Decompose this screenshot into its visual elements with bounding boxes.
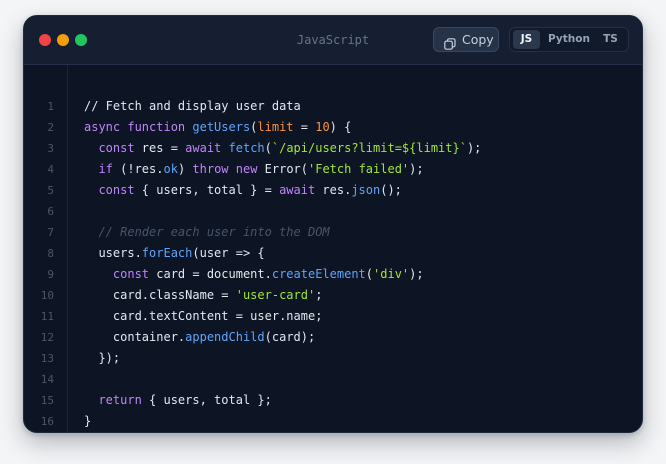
code-token: );	[466, 141, 482, 155]
code-line: const res = await fetch(`/api/users?limi…	[84, 138, 481, 159]
code-token: (user => {	[192, 246, 265, 260]
code-token: if	[98, 162, 113, 176]
code-token: 10	[315, 120, 330, 134]
tab-python[interactable]: Python	[544, 30, 594, 49]
code-token: throw new	[192, 162, 258, 176]
code-line: card.textContent = user.name;	[84, 306, 323, 327]
code-token: card = document.	[149, 267, 272, 281]
code-token: fetch	[228, 141, 265, 155]
code-area[interactable]: 1 2 3 4 5 6 7 8 9 10 11 12 13 14 15 16 // Fetch and dis…	[24, 65, 642, 432]
code-line: const { users, total } = await res.json(…	[84, 180, 402, 201]
line-number: 16	[40, 415, 54, 428]
code-token: ) {	[329, 120, 352, 134]
line-number: 5	[47, 184, 54, 197]
line-number: 14	[40, 373, 54, 386]
code-line: }	[84, 411, 91, 432]
code-token: await	[279, 183, 316, 197]
copy-icon	[444, 34, 456, 50]
line-number: 13	[40, 352, 54, 365]
code-token: }	[84, 414, 92, 428]
tab-js[interactable]: JS	[513, 30, 540, 49]
line-number: 11	[40, 310, 54, 323]
code-line: const card = document.createElement('div…	[84, 264, 424, 285]
line-number-gutter: 1 2 3 4 5 6 7 8 9 10 11 12 13 14 15 16	[24, 65, 68, 432]
code-token: card.className =	[84, 288, 236, 302]
code-token: (card);	[264, 330, 316, 344]
code-token: await	[185, 141, 222, 155]
code-token: ;	[315, 288, 323, 302]
code-line: if (!res.ok) throw new Error('Fetch fail…	[84, 159, 424, 180]
code-token: createElement	[271, 267, 366, 281]
code-token: );	[409, 162, 424, 176]
code-token: getUsers	[192, 120, 251, 134]
code-window: JavaScript Copy JS Python TS 1 2 3 4 5 6 7 8 9 10…	[23, 15, 643, 433]
code-line: async function getUsers(limit = 10) {	[84, 117, 351, 138]
code-token: { users, total };	[141, 393, 272, 407]
language-switcher: JS Python TS	[509, 27, 629, 52]
code-token: // Render each user into the DOM	[98, 225, 330, 239]
code-token: container.	[84, 330, 186, 344]
code-line: // Fetch and display user data	[84, 96, 301, 117]
line-number: 1	[47, 100, 54, 113]
code-token: )	[177, 162, 193, 176]
code-token: forEach	[141, 246, 193, 260]
code-line: });	[84, 348, 120, 369]
code-token: ();	[380, 183, 402, 197]
code-token: `/api/users?limit=${limit}`	[271, 141, 467, 155]
code-token: 'Fetch failed'	[308, 162, 410, 176]
code-token: );	[409, 267, 424, 281]
code-token: { users, total } =	[134, 183, 280, 197]
code-token: 'user-card'	[235, 288, 316, 302]
code-token: res =	[134, 141, 186, 155]
line-number: 2	[47, 121, 54, 134]
code-line: return { users, total };	[84, 390, 272, 411]
code-token: async function	[84, 120, 193, 134]
copy-button[interactable]: Copy	[433, 27, 499, 52]
code-token: json	[351, 183, 381, 197]
code-token: appendChild	[185, 330, 265, 344]
tab-ts[interactable]: TS	[597, 30, 624, 49]
code-token: // Fetch and display user data	[84, 99, 301, 113]
line-number: 15	[40, 394, 54, 407]
title-bar: JavaScript Copy JS Python TS	[24, 16, 642, 65]
line-number: 3	[47, 142, 54, 155]
code-token: return	[98, 393, 142, 407]
line-number: 6	[47, 205, 54, 218]
code-token: limit	[257, 120, 294, 134]
code-line: users.forEach(user => {	[84, 243, 265, 264]
code-token: 'div'	[373, 267, 410, 281]
code-token: const	[112, 267, 150, 281]
code-line: card.className = 'user-card';	[84, 285, 323, 306]
copy-label: Copy	[462, 32, 494, 47]
code-token: card.textContent = user.name;	[84, 309, 323, 323]
line-number: 4	[47, 163, 54, 176]
code-line: container.appendChild(card);	[84, 327, 315, 348]
line-number: 12	[40, 331, 54, 344]
code-token: Error(	[257, 162, 308, 176]
code-token: const	[98, 141, 135, 155]
line-number: 7	[47, 226, 54, 239]
code-token: (	[264, 141, 272, 155]
code-token: (!res.	[112, 162, 164, 176]
code-token: (	[365, 267, 374, 281]
code-token: res.	[315, 183, 352, 197]
line-number: 10	[40, 289, 54, 302]
code-token: });	[84, 351, 121, 365]
line-number: 9	[47, 268, 54, 281]
code-token: const	[98, 183, 135, 197]
code-token: =	[293, 120, 316, 134]
code-line: // Render each user into the DOM	[84, 222, 330, 243]
code-token: users.	[84, 246, 142, 260]
code-token: ok	[163, 162, 178, 176]
line-number: 8	[47, 247, 54, 260]
